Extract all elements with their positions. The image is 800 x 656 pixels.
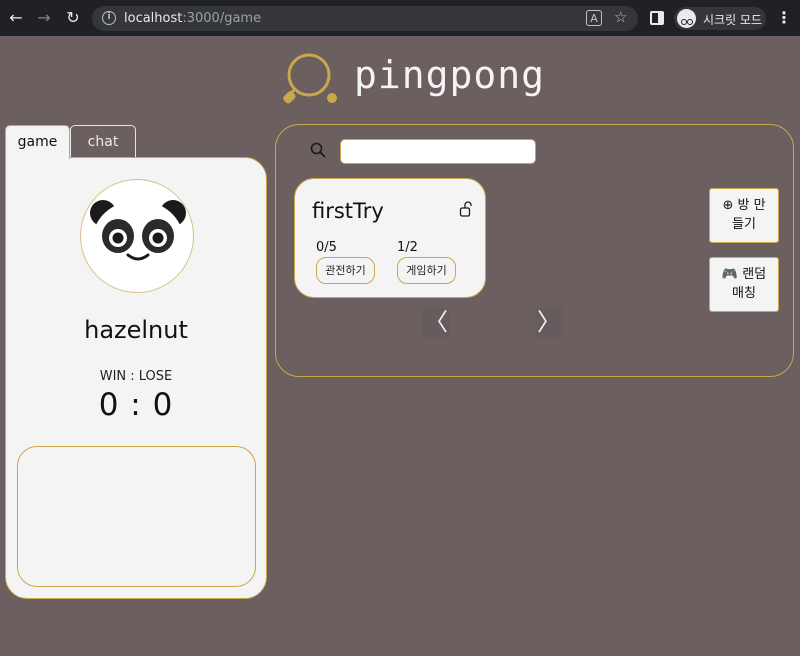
side-panel-icon[interactable] (650, 11, 664, 25)
gamepad-icon: 🎮 (721, 267, 739, 282)
record-score: 0 : 0 (98, 387, 174, 423)
next-page-button[interactable]: 〉 (535, 308, 563, 338)
tab-game[interactable]: game (5, 125, 70, 159)
game-lobby: firstTry 0/5 1/2 관전하기 게임하기 〈 〉 ⊕ 방 만 들기 … (275, 124, 794, 377)
paddle-icon (283, 53, 337, 104)
record-label: WIN : LOSE (99, 369, 173, 384)
random-match-label-2: 매칭 (732, 286, 756, 301)
random-match-label-1: 랜덤 (742, 267, 767, 282)
browser-menu-icon[interactable]: ⋮ (776, 8, 792, 28)
bookmark-star-icon[interactable]: ☆ (614, 8, 627, 26)
app-logo: pingpong (282, 52, 546, 108)
back-icon[interactable]: ← (6, 8, 26, 28)
site-info-icon[interactable]: i (102, 11, 116, 25)
profile-username: hazelnut (84, 316, 188, 344)
room-card[interactable]: firstTry 0/5 1/2 관전하기 게임하기 (294, 178, 486, 298)
create-room-button[interactable]: ⊕ 방 만 들기 (709, 188, 779, 243)
translate-icon[interactable]: A (586, 10, 602, 26)
random-match-button[interactable]: 🎮 랜덤 매칭 (709, 257, 779, 312)
unlocked-icon (459, 201, 472, 217)
url-path: :3000/game (182, 11, 262, 26)
room-title: firstTry (312, 199, 384, 223)
address-bar[interactable]: i localhost:3000/game A ☆ (92, 6, 638, 31)
player-count: 1/2 (397, 240, 418, 255)
incognito-icon (677, 9, 696, 28)
spectate-button[interactable]: 관전하기 (316, 257, 375, 284)
incognito-label: 시크릿 모드 (703, 13, 763, 27)
panda-avatar-icon (90, 200, 186, 284)
browser-toolbar: ← → ↻ i localhost:3000/game A ☆ 시크릿 모드 ⋮ (0, 0, 800, 36)
tab-chat[interactable]: chat (70, 125, 136, 159)
logo-text: pingpong (354, 53, 546, 97)
reload-icon[interactable]: ↻ (63, 8, 83, 28)
spectator-count: 0/5 (316, 240, 337, 255)
profile-card: hazelnut WIN : LOSE 0 : 0 (5, 157, 267, 599)
create-room-label-2: 들기 (732, 217, 756, 232)
avatar (80, 179, 194, 293)
plus-circle-icon: ⊕ (722, 198, 734, 213)
url-host: localhost (124, 11, 183, 26)
join-game-button[interactable]: 게임하기 (397, 257, 456, 284)
search-icon (310, 142, 326, 158)
match-history-box (17, 446, 256, 587)
url-text: localhost:3000/game (124, 11, 261, 26)
incognito-badge[interactable]: 시크릿 모드 (674, 7, 766, 30)
room-search-input[interactable] (340, 139, 536, 164)
create-room-label-1: 방 만 (737, 198, 766, 213)
prev-page-button[interactable]: 〈 (422, 308, 450, 338)
forward-icon[interactable]: → (34, 8, 54, 28)
